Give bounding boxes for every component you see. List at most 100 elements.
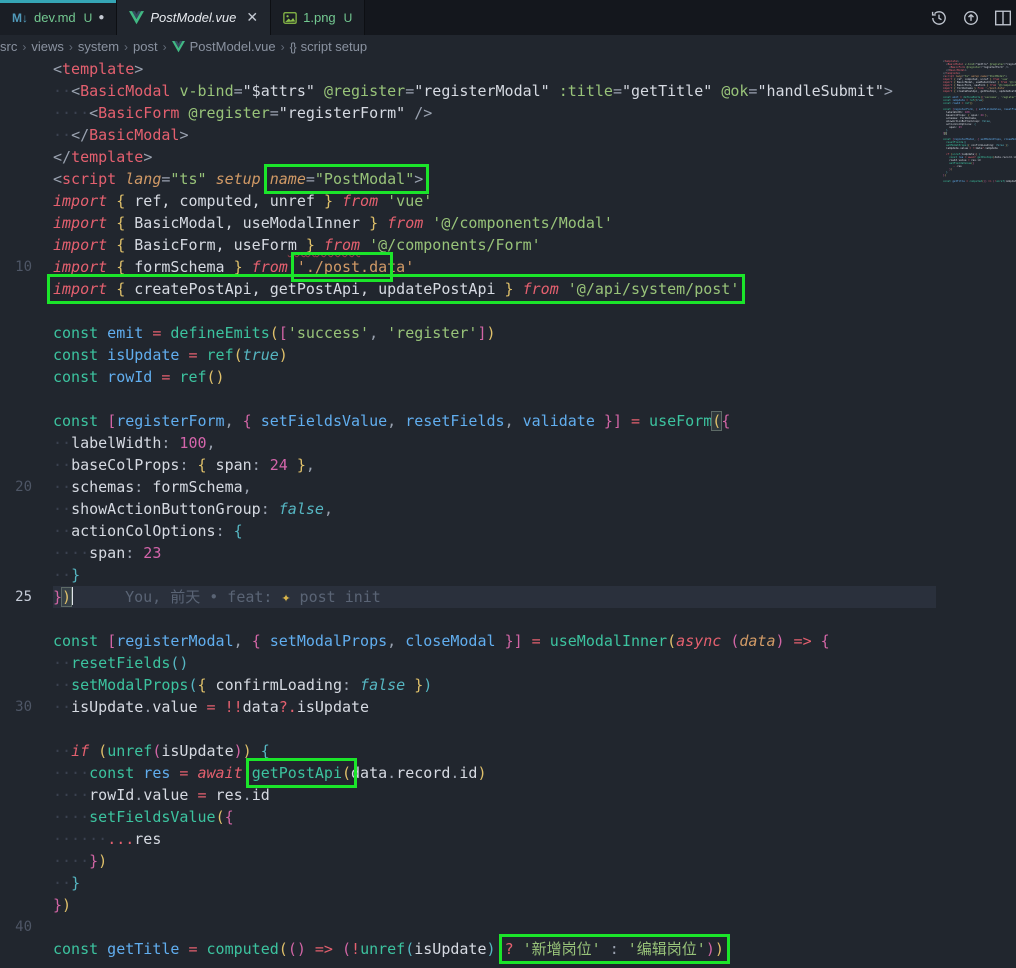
code-line: ··} [0, 564, 936, 586]
code-line: const emit = defineEmits(['success', 're… [0, 322, 936, 344]
chevron-right-icon: › [124, 40, 128, 54]
line-number: 25 [0, 586, 53, 608]
line-number [0, 80, 53, 102]
editor-actions [930, 0, 1016, 35]
code-line: ··resetFields() [0, 652, 936, 674]
code-line: const [registerModal, { setModalProps, c… [0, 630, 936, 652]
line-number [0, 718, 53, 740]
breadcrumb-item-views[interactable]: views [31, 39, 64, 54]
line-number [0, 190, 53, 212]
breadcrumb: src › views › system › post › PostModel.… [0, 35, 1012, 58]
line-number: 40 [0, 916, 53, 938]
code-line: ····span: 23 [0, 542, 936, 564]
tab-accent-bar [0, 0, 116, 3]
minimap-line: import { createPostApi, getPostApi, upda… [943, 90, 1016, 93]
chevron-right-icon: › [163, 40, 167, 54]
line-number [0, 872, 53, 894]
annotation-box: name="PostModal"> [270, 170, 424, 188]
annotation-box: import { createPostApi, getPostApi, upda… [943, 90, 1016, 93]
code-line: const [registerForm, { setFieldsValue, r… [0, 410, 936, 432]
git-status-badge: U [344, 11, 353, 25]
code-line: ····rowId.value = res.id [0, 784, 936, 806]
annotation-box: import { createPostApi, getPostApi, upda… [53, 280, 739, 298]
annotation-box: getPostApi( [252, 764, 351, 782]
git-status-badge: U [84, 11, 93, 25]
line-number [0, 454, 53, 476]
code-line: 20··schemas: formSchema, [0, 476, 936, 498]
code-line: ··</BasicModal> [0, 124, 936, 146]
code-line: ····setFieldsValue({ [0, 806, 936, 828]
code-line: ····}) [0, 850, 936, 872]
code-line: 30··isUpdate.value = !!data?.isUpdate [0, 696, 936, 718]
code-line: ··if (unref(isUpdate)) { [0, 740, 936, 762]
text-cursor [71, 587, 73, 605]
code-line: ····<BasicForm @register="registerForm" … [0, 102, 936, 124]
tab-label: dev.md [34, 10, 76, 25]
breadcrumb-item-symbol[interactable]: script setup [301, 39, 367, 54]
code-line: ··showActionButtonGroup: false, [0, 498, 936, 520]
vue-icon [129, 11, 144, 25]
chevron-right-icon: › [22, 40, 26, 54]
line-number [0, 784, 53, 806]
line-number [0, 366, 53, 388]
split-editor-icon[interactable] [994, 9, 1012, 27]
code-line: ··actionColOptions: { [0, 520, 936, 542]
code-line: import { ref, computed, unref } from 'vu… [0, 190, 936, 212]
line-number [0, 344, 53, 366]
tab-1-png[interactable]: 1.png U [271, 0, 365, 35]
run-icon[interactable] [962, 9, 980, 27]
line-number [0, 652, 53, 674]
code-line: const rowId = ref() [0, 366, 936, 388]
code-editor[interactable]: <template>··<BasicModal v-bind="$attrs" … [0, 58, 1016, 968]
line-number [0, 762, 53, 784]
line-number [0, 520, 53, 542]
line-number [0, 498, 53, 520]
code-line: ··<BasicModal v-bind="$attrs" @register=… [0, 80, 936, 102]
breadcrumb-item-system[interactable]: system [78, 39, 119, 54]
sparkles-icon: ✦ [282, 588, 291, 606]
markdown-icon: M↓ [12, 11, 28, 25]
tab-bar: M↓ dev.md U ● PostModel.vue ✕ 1.png U [0, 0, 1016, 35]
code-lines: <template>··<BasicModal v-bind="$attrs" … [0, 58, 936, 960]
line-number [0, 432, 53, 454]
breadcrumb-item-src[interactable]: src [0, 39, 17, 54]
braces-icon: {} [290, 40, 296, 54]
line-number [0, 410, 53, 432]
code-line [0, 388, 936, 410]
code-line: <script lang="ts" setup name="PostModal"… [0, 168, 936, 190]
image-icon [283, 11, 297, 25]
code-line: }) [0, 894, 936, 916]
line-number [0, 168, 53, 190]
code-line: const isUpdate = ref(true) [0, 344, 936, 366]
code-line: 40 [0, 916, 936, 938]
line-number: 10 [0, 256, 53, 278]
minimap[interactable]: <template>··<BasicModal v-bind="$attrs" … [940, 58, 1016, 968]
chevron-right-icon: › [281, 40, 285, 54]
annotation-box: ? '新增岗位' : '编辑岗位')) [505, 940, 724, 958]
breadcrumb-item-post[interactable]: post [133, 39, 158, 54]
code-line: 25})You, 前天 • feat: ✦ post init [0, 586, 936, 608]
code-line: </template> [0, 146, 936, 168]
tab-postmodel-vue[interactable]: PostModel.vue ✕ [117, 0, 271, 35]
line-number: 20 [0, 476, 53, 498]
breadcrumb-item-file[interactable]: PostModel.vue [190, 39, 276, 54]
line-number [0, 938, 53, 960]
line-number [0, 608, 53, 630]
history-icon[interactable] [930, 9, 948, 27]
tab-dev-md[interactable]: M↓ dev.md U ● [0, 0, 117, 35]
line-number [0, 102, 53, 124]
modified-dot-icon[interactable]: ● [98, 12, 104, 23]
line-number [0, 388, 53, 410]
line-number [0, 542, 53, 564]
code-line [0, 300, 936, 322]
code-line: ····const res = await getPostApi(data.re… [0, 762, 936, 784]
line-number [0, 278, 53, 300]
line-number [0, 674, 53, 696]
chevron-right-icon: › [69, 40, 73, 54]
line-number [0, 564, 53, 586]
annotation-box: './post.da [297, 258, 387, 276]
code-line: ··baseColProps: { span: 24 }, [0, 454, 936, 476]
line-number [0, 894, 53, 916]
code-line: import { BasicForm, useForm } from '@/co… [0, 234, 936, 256]
close-icon[interactable]: ✕ [246, 9, 258, 26]
